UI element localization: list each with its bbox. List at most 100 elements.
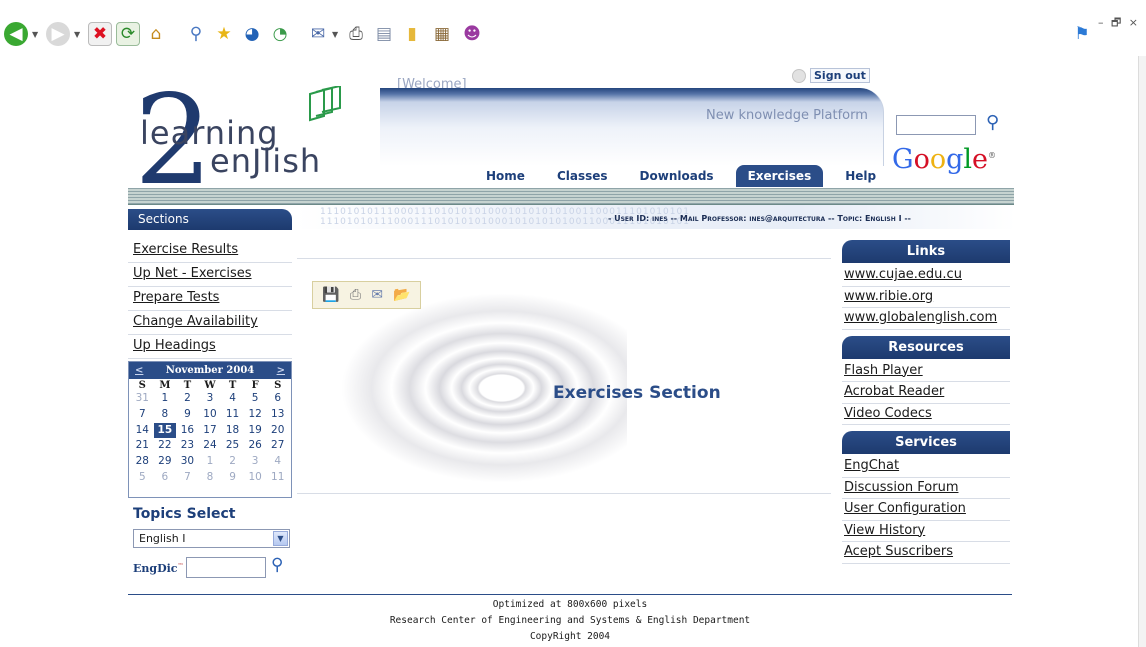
engdic-mark: ™ [177,562,184,570]
chevron-down-icon[interactable]: ▼ [273,531,288,546]
section-up-net-exercises[interactable]: Up Net - Exercises [128,263,292,287]
refresh-icon[interactable]: ⟳ [116,22,140,46]
research-icon[interactable]: ▦ [430,22,454,46]
calendar-day[interactable]: 5 [131,470,154,486]
google-search-input[interactable] [896,115,976,135]
section-exercise-results[interactable]: Exercise Results [128,239,292,263]
link-cujae[interactable]: www.cujae.edu.cu [842,265,1010,287]
calendar-day[interactable]: 5 [244,391,267,407]
nav-home[interactable]: Home [470,165,541,187]
stop-icon[interactable]: ✖ [88,22,112,46]
link-globalenglish[interactable]: www.globalenglish.com [842,308,1010,330]
engdic-input[interactable] [186,557,266,578]
print-icon[interactable]: ⎙ [350,288,361,302]
calendar-day[interactable]: 7 [131,407,154,423]
window-controls[interactable]: – 🗗 × [1098,14,1140,33]
calendar-day[interactable]: 23 [176,438,199,454]
favorites-icon[interactable]: ★ [212,22,236,46]
search-icon[interactable]: ⚲ [271,555,283,575]
calendar-day[interactable]: 1 [199,454,222,470]
calendar-day[interactable]: 10 [244,470,267,486]
resource-video-codecs[interactable]: Video Codecs [842,404,1010,425]
link-ribie[interactable]: www.ribie.org [842,287,1010,308]
sign-out-area[interactable]: Sign out [792,68,870,83]
topics-select[interactable]: English I ▼ [133,529,290,548]
calendar-day[interactable]: 6 [154,470,177,486]
nav-downloads[interactable]: Downloads [624,165,730,187]
folder-icon[interactable]: 📂 [393,288,410,302]
service-discussion-forum[interactable]: Discussion Forum [842,478,1010,499]
calendar-day[interactable]: 28 [131,454,154,470]
service-engchat[interactable]: EngChat [842,456,1010,478]
calendar-day[interactable]: 30 [176,454,199,470]
calendar-day[interactable]: 22 [154,438,177,454]
nav-help[interactable]: Help [829,165,892,187]
sign-out-link[interactable]: Sign out [810,68,870,83]
section-prepare-tests[interactable]: Prepare Tests [128,287,292,311]
calendar-day[interactable]: 12 [244,407,267,423]
calendar-day[interactable]: 29 [154,454,177,470]
home-icon[interactable]: ⌂ [144,22,168,46]
calendar-day[interactable]: 11 [266,470,289,486]
calendar-day[interactable]: 21 [131,438,154,454]
calendar-day[interactable]: 1 [154,391,177,407]
nav-exercises[interactable]: Exercises [735,165,824,187]
calendar-day[interactable]: 16 [176,423,199,439]
calendar-day[interactable]: 31 [131,391,154,407]
back-dropdown-icon[interactable]: ▼ [32,30,38,39]
messenger-icon[interactable]: ☻ [460,22,484,46]
calendar-day[interactable]: 18 [221,423,244,439]
forward-dropdown-icon[interactable]: ▼ [74,30,80,39]
service-view-history[interactable]: View History [842,521,1010,542]
calendar-day[interactable]: 19 [244,423,267,439]
search-icon[interactable]: ⚲ [184,22,208,46]
calendar-day[interactable]: 14 [131,423,154,439]
calendar-day[interactable]: 6 [266,391,289,407]
calendar-day[interactable]: 3 [199,391,222,407]
calendar-day[interactable]: 4 [266,454,289,470]
edit-icon[interactable]: ▤ [372,22,396,46]
calendar-day[interactable]: 3 [244,454,267,470]
calendar-day[interactable]: 2 [176,391,199,407]
calendar-day[interactable]: 15 [153,422,177,439]
calendar-day[interactable]: 8 [199,470,222,486]
mail-dropdown-icon[interactable]: ▼ [332,30,338,39]
calendar-prev[interactable]: < [135,365,143,376]
mail-icon[interactable]: ✉ [306,22,330,46]
calendar-day[interactable]: 8 [154,407,177,423]
vertical-scrollbar[interactable] [1138,56,1146,647]
calendar-day[interactable]: 10 [199,407,222,423]
calendar-day[interactable]: 17 [199,423,222,439]
calendar-day[interactable]: 9 [221,470,244,486]
history-icon[interactable]: ◔ [268,22,292,46]
resource-acrobat-reader[interactable]: Acrobat Reader [842,382,1010,404]
site-logo[interactable]: 2 learning enJlish [128,79,378,203]
calendar-day[interactable]: 7 [176,470,199,486]
nav-classes[interactable]: Classes [541,165,624,187]
service-user-configuration[interactable]: User Configuration [842,499,1010,521]
calendar-next[interactable]: > [277,365,285,376]
calendar-day[interactable]: 13 [266,407,289,423]
calendar-day[interactable]: 4 [221,391,244,407]
back-icon[interactable]: ◀ [4,22,28,46]
calendar-day[interactable]: 27 [266,438,289,454]
service-acept-suscribers[interactable]: Acept Suscribers [842,542,1010,564]
print-icon[interactable]: ⎙ [344,22,368,46]
calendar-day[interactable]: 2 [221,454,244,470]
calendar-day[interactable]: 26 [244,438,267,454]
calendar-day[interactable]: 20 [266,423,289,439]
email-icon[interactable]: ✉ [371,288,383,302]
search-icon[interactable]: ⚲ [986,112,999,133]
calendar-weekday: S [138,380,146,391]
media-icon[interactable]: ◕ [240,22,264,46]
calendar-day[interactable]: 25 [221,438,244,454]
forward-icon[interactable]: ▶ [46,22,70,46]
section-change-availability[interactable]: Change Availability [128,311,292,335]
discuss-icon[interactable]: ▮ [400,22,424,46]
save-icon[interactable]: 💾 [322,288,339,302]
section-up-headings[interactable]: Up Headings [128,335,292,359]
calendar-day[interactable]: 11 [221,407,244,423]
calendar-day[interactable]: 24 [199,438,222,454]
calendar-day[interactable]: 9 [176,407,199,423]
resource-flash-player[interactable]: Flash Player [842,361,1010,382]
